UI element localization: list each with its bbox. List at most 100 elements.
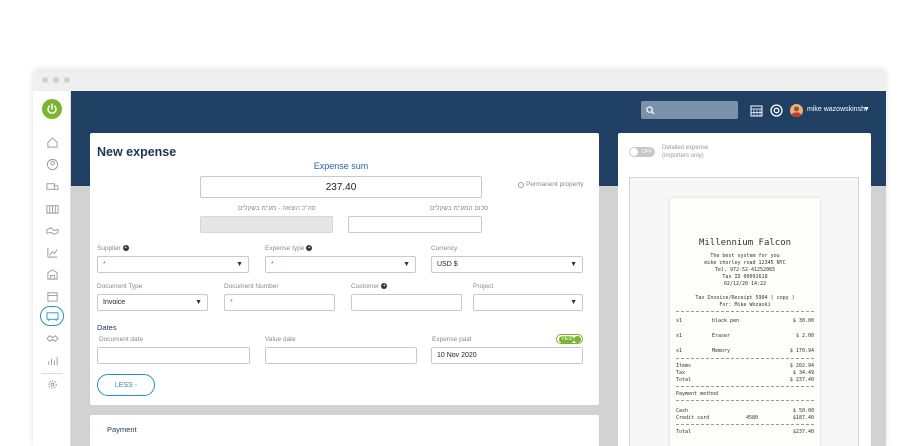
receipt-address: mike chorley road 12345 NYC <box>704 260 786 266</box>
search-icon <box>646 105 655 115</box>
project-label: Project <box>473 283 494 290</box>
chevron-down-icon: ▼ <box>236 261 243 268</box>
value-date-input[interactable] <box>265 347 417 364</box>
project-select[interactable]: ▼ <box>473 294 583 311</box>
document-type-label: Document Type <box>97 283 143 290</box>
receipt-credit: Credit card 4580 $187.40 <box>676 415 814 421</box>
document-date-label: Document date <box>99 336 144 343</box>
expense-type-info-icon[interactable]: + <box>306 245 313 252</box>
detailed-expense-label: Detailed expense (importers only) <box>662 145 709 159</box>
search-box[interactable] <box>641 101 738 119</box>
expense-type-select[interactable]: * ▼ <box>265 256 416 273</box>
customer-label: Customer + <box>351 283 388 290</box>
settings-gear-icon[interactable] <box>44 377 60 391</box>
calendar-grid-icon[interactable] <box>749 103 763 117</box>
receipt-image-frame[interactable]: Millennium Falcon The best system for yo… <box>629 177 859 446</box>
toggle-yes-label: YES <box>559 336 575 343</box>
building-icon[interactable] <box>44 267 60 281</box>
receipt-invoice-line: Tax Invoice/Receipt 5904 ( copy ) <box>695 295 795 301</box>
window-titlebar <box>33 69 886 91</box>
chevron-down-icon: ▼ <box>570 261 577 268</box>
bar-chart-icon[interactable] <box>44 353 60 367</box>
handshake-icon[interactable] <box>44 223 60 237</box>
receipt-divider <box>676 400 814 401</box>
toggle-knob <box>630 148 638 156</box>
chevron-down-icon: ▼ <box>570 299 577 306</box>
payment-title: Payment <box>107 425 137 434</box>
permanent-property-label: Permanent property <box>526 181 584 188</box>
document-date-input[interactable] <box>97 347 250 364</box>
vat-sum-label: סכום המע"מ בשקלים <box>430 205 489 212</box>
avatar[interactable] <box>790 104 803 117</box>
toggle-off-label: OFF <box>642 148 652 155</box>
expense-paid-label: Expense paid <box>432 336 472 343</box>
detailed-expense-toggle[interactable]: OFF <box>629 147 655 157</box>
chevron-down-icon: ▼ <box>195 299 202 306</box>
help-lifebuoy-icon[interactable] <box>769 103 783 117</box>
receipt-tax: Tax $ 34.49 <box>676 370 814 376</box>
window-dot-close[interactable] <box>42 77 48 83</box>
expense-paid-toggle[interactable]: YES <box>556 334 583 344</box>
expenses-active-icon[interactable] <box>40 306 64 326</box>
receipt-tel: Tel. 972-52-41252065 <box>714 267 776 273</box>
permanent-property-radio[interactable]: Permanent property <box>518 181 583 188</box>
receipt-item: x1 Eraser $ 2.00 <box>676 333 814 339</box>
total-sum-field <box>200 216 333 233</box>
vat-sum-field[interactable] <box>348 216 482 233</box>
user-menu-chevron-down-icon[interactable]: ▼ <box>863 106 870 113</box>
warehouse-icon[interactable] <box>44 201 60 215</box>
receipt-items-total: Items $ 202.94 <box>676 363 814 369</box>
user-icon[interactable] <box>44 157 60 171</box>
currency-label: Currency <box>431 245 458 252</box>
supplier-select[interactable]: * ▼ <box>97 256 249 273</box>
window-dot-maximize[interactable] <box>64 77 70 83</box>
receipt-payment-method: Payment method <box>676 391 719 397</box>
less-button[interactable]: LESS - <box>97 374 155 396</box>
receipt-tax-id: Tax ID 00091618 <box>722 274 768 280</box>
expense-type-label: Expense type + <box>265 245 313 252</box>
receipt-panel: OFF Detailed expense (importers only) Mil… <box>618 133 871 446</box>
payment-section: Payment <box>90 415 599 446</box>
home-icon[interactable] <box>44 135 60 149</box>
receipt-datetime: 02/12/20 14:22 <box>723 281 767 287</box>
power-logo-icon[interactable] <box>42 99 62 119</box>
search-input[interactable] <box>659 105 731 115</box>
receipt-final-total: Total $237.40 <box>676 429 814 435</box>
calendar-icon[interactable] <box>44 289 60 303</box>
supplier-info-icon[interactable]: + <box>122 245 129 252</box>
dates-section-title: Dates <box>97 323 117 332</box>
value-date-label: Value date <box>265 336 296 343</box>
expense-paid-date-input[interactable]: 10 Nov 2020 <box>431 347 583 364</box>
total-sum-label: סה"כ הוצאה - מע"מ בשקלים <box>238 205 316 212</box>
document-number-input[interactable]: * <box>224 294 335 311</box>
document-type-select[interactable]: Invoice ▼ <box>97 294 208 311</box>
page-title: New expense <box>97 145 177 159</box>
app-area: mike wazowskinsh ▼ New expense Expense s… <box>33 91 886 446</box>
receipt-divider <box>676 311 814 312</box>
receipt-item: x1 Memory $ 170.94 <box>676 348 814 354</box>
document-number-label: Document Number <box>224 283 279 290</box>
radio-circle-icon <box>518 181 524 188</box>
supplier-label: Supplier + <box>97 245 129 252</box>
receipt-divider <box>676 386 814 387</box>
truck-icon[interactable] <box>44 179 60 193</box>
receipt-tagline: The best system for you <box>710 253 780 259</box>
chart-icon[interactable] <box>44 245 60 259</box>
receipt-cash: Cash $ 50.00 <box>676 408 814 414</box>
receipt-total: Total $ 237.40 <box>676 377 814 383</box>
currency-select[interactable]: USD $ ▼ <box>431 256 583 273</box>
user-name[interactable]: mike wazowskinsh <box>807 106 865 113</box>
window-dot-minimize[interactable] <box>53 77 59 83</box>
receipt-divider <box>676 424 814 425</box>
sidebar-divider <box>41 373 63 374</box>
chevron-down-icon: ▼ <box>403 261 410 268</box>
expense-sum-input[interactable]: 237.40 <box>200 176 482 198</box>
browser-window: mike wazowskinsh ▼ New expense Expense s… <box>33 69 886 446</box>
handshake-alt-icon[interactable] <box>44 331 60 345</box>
receipt-item: x1 black pen $ 30.00 <box>676 318 814 324</box>
customer-input[interactable] <box>351 294 462 311</box>
receipt-for-line: For: Mike Wozaski <box>719 302 771 308</box>
receipt-store-name: Millennium Falcon <box>698 238 792 248</box>
customer-info-icon[interactable]: + <box>381 283 388 290</box>
toggle-knob <box>574 336 581 343</box>
